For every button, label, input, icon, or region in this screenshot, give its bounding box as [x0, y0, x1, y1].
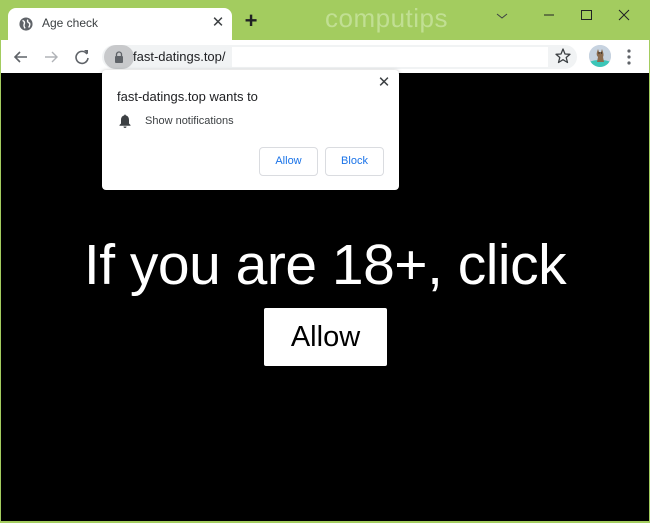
popup-block-button[interactable]: Block	[325, 147, 384, 176]
url-highlight	[232, 47, 548, 67]
globe-icon	[19, 17, 33, 31]
avatar-image-icon	[589, 45, 611, 67]
browser-window: Age check ✕ + computips fast-datings.top…	[0, 0, 650, 523]
address-bar[interactable]: fast-datings.top/	[102, 45, 577, 69]
forward-arrow-icon[interactable]	[40, 46, 62, 68]
popup-title: fast-datings.top wants to	[117, 89, 258, 104]
bookmark-star-icon[interactable]	[553, 46, 573, 66]
tab-close-icon[interactable]: ✕	[210, 14, 226, 32]
profile-avatar[interactable]	[589, 45, 611, 67]
reload-icon[interactable]	[71, 46, 93, 68]
popup-allow-button[interactable]: Allow	[259, 147, 318, 176]
bell-icon	[119, 114, 131, 128]
url-text[interactable]: fast-datings.top/	[133, 49, 226, 64]
minimize-icon[interactable]	[537, 4, 561, 26]
browser-toolbar: fast-datings.top/	[1, 40, 649, 73]
tab-age-check[interactable]: Age check ✕	[8, 8, 232, 40]
kebab-menu-icon[interactable]	[621, 47, 637, 67]
page-allow-button[interactable]: Allow	[264, 308, 387, 366]
window-close-icon[interactable]	[612, 4, 636, 26]
maximize-icon[interactable]	[574, 4, 598, 26]
permission-label: Show notifications	[145, 115, 234, 127]
site-info-button[interactable]	[104, 45, 134, 69]
age-check-headline: If you are 18+, click	[83, 233, 567, 297]
tab-search-icon[interactable]	[490, 4, 514, 26]
back-arrow-icon[interactable]	[10, 46, 32, 68]
title-bar: Age check ✕ + computips	[0, 0, 650, 40]
lock-icon	[115, 51, 123, 63]
notification-permission-popup: ✕ fast-datings.top wants to Show notific…	[102, 70, 399, 190]
tab-title: Age check	[42, 16, 99, 30]
popup-close-icon[interactable]: ✕	[377, 75, 391, 90]
new-tab-button[interactable]: +	[241, 10, 261, 32]
watermark: computips	[325, 3, 448, 33]
